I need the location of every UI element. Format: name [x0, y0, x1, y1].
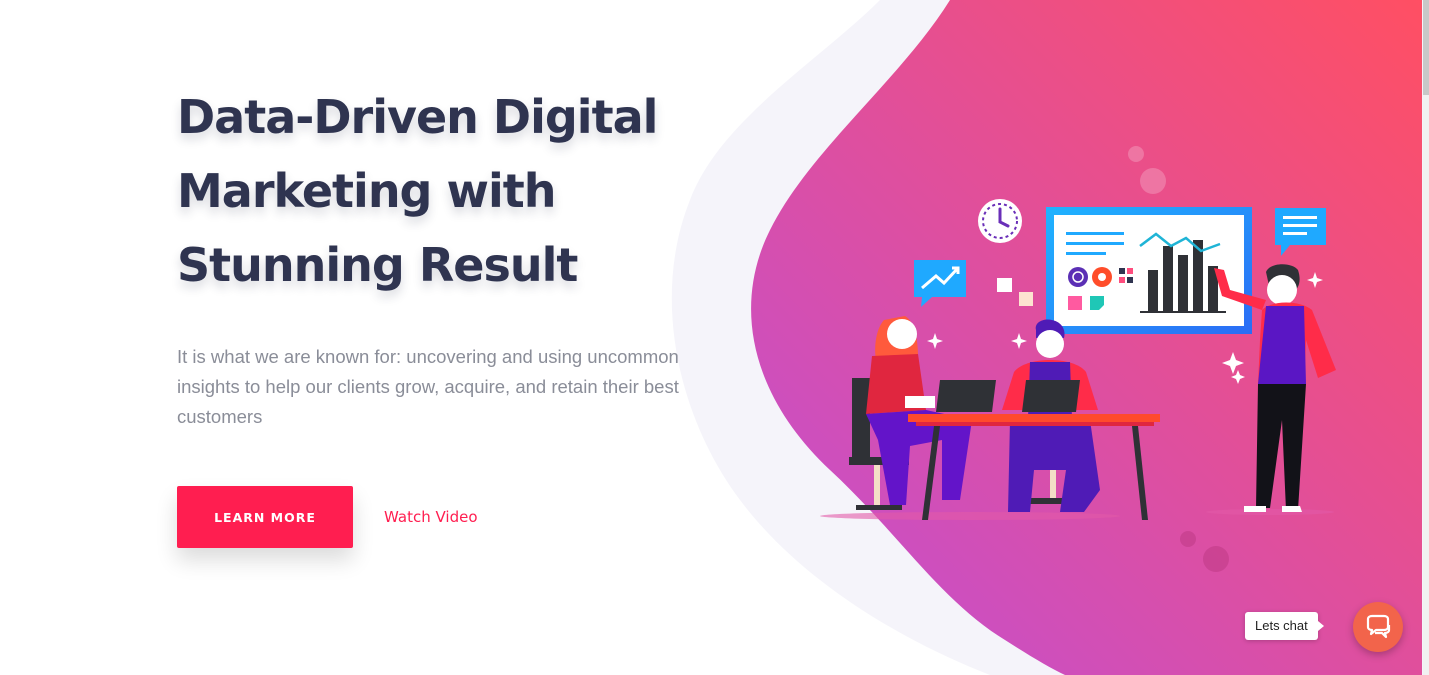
decor-square — [997, 278, 1012, 292]
hero-title: Data-Driven Digital Marketing with Stunn… — [177, 90, 658, 292]
decor-square — [1019, 292, 1033, 306]
decor-dot — [1140, 168, 1166, 194]
clock-icon — [978, 199, 1022, 243]
decor-dot — [1180, 531, 1196, 547]
laptop — [936, 380, 996, 412]
decor-dot — [1128, 146, 1144, 162]
hero-subtitle: It is what we are known for: uncovering … — [177, 346, 679, 427]
scrollbar-thumb[interactable] — [1423, 0, 1429, 95]
chat-icon — [1366, 614, 1391, 639]
floor-shadow — [820, 512, 1120, 520]
scrollbar-track[interactable] — [1423, 0, 1429, 675]
chat-button[interactable] — [1353, 602, 1403, 652]
decor-dot — [1203, 546, 1229, 572]
cta-row: LEARN MORE Watch Video — [177, 486, 478, 548]
floor-shadow — [1206, 509, 1334, 515]
chat-label[interactable]: Lets chat — [1245, 612, 1324, 640]
gear-icon — [1092, 267, 1112, 287]
laptop — [1022, 380, 1080, 412]
learn-more-button[interactable]: LEARN MORE — [177, 486, 353, 548]
globe-icon — [1068, 267, 1088, 287]
watch-video-link[interactable]: Watch Video — [384, 508, 478, 526]
hero-section: Data-Driven Digital Marketing with Stunn… — [177, 80, 737, 432]
